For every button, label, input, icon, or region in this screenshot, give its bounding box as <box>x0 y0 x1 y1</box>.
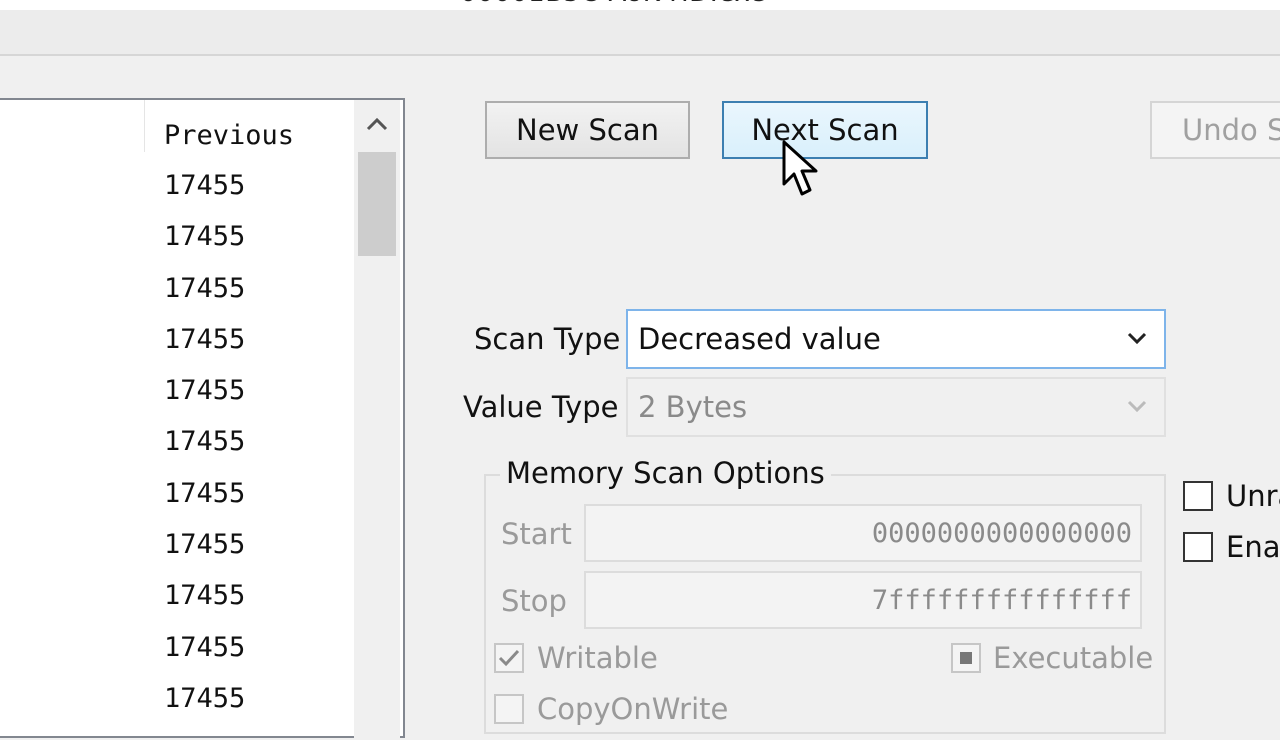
scan-type-select[interactable]: Decreased value <box>626 309 1166 369</box>
enable-speedhack-label: Enal <box>1226 530 1280 564</box>
new-scan-button[interactable]: New Scan <box>485 101 690 159</box>
value-type-value: 2 Bytes <box>638 390 748 424</box>
unrandomizer-label: Unra <box>1226 479 1280 513</box>
table-row[interactable]: 17455 <box>0 614 354 665</box>
column-divider[interactable] <box>144 100 145 152</box>
table-row[interactable]: 17455 <box>0 460 354 511</box>
table-row[interactable]: 17455 <box>0 203 354 254</box>
executable-label: Executable <box>993 641 1154 675</box>
scan-type-value: Decreased value <box>638 322 881 356</box>
column-header-previous[interactable]: Previous <box>164 120 294 151</box>
chevron-down-icon <box>1127 332 1147 345</box>
menu-strip <box>0 10 1280 56</box>
writable-label: Writable <box>537 641 658 675</box>
previous-value: 17455 <box>164 477 246 509</box>
executable-checkbox[interactable] <box>951 643 981 673</box>
window-title-bar: 00001B5C-AoK HD.exe <box>0 0 1280 10</box>
stop-label: Stop <box>501 584 567 618</box>
previous-value: 17455 <box>164 221 246 253</box>
previous-value: 17455 <box>164 272 246 304</box>
writable-checkbox[interactable] <box>494 643 524 673</box>
previous-value: 17455 <box>164 631 246 663</box>
window-title: 00001B5C-AoK HD.exe <box>460 0 766 8</box>
previous-value: 17455 <box>164 682 246 714</box>
table-row[interactable]: 17455 <box>0 306 354 357</box>
unrandomizer-checkbox[interactable] <box>1183 481 1213 511</box>
results-rows: 17455 17455 17455 17455 17455 17455 17455 17455… <box>0 152 354 716</box>
undo-scan-button[interactable]: Undo S <box>1150 101 1280 159</box>
table-row[interactable]: 17455 <box>0 665 354 716</box>
scrollbar-thumb[interactable] <box>358 152 396 256</box>
start-label: Start <box>501 517 572 551</box>
value-type-label: Value Type <box>463 390 619 424</box>
mouse-pointer-icon <box>782 140 818 196</box>
copyonwrite-label: CopyOnWrite <box>537 692 729 726</box>
chevron-up-icon[interactable] <box>354 100 400 148</box>
table-row[interactable]: 17455 <box>0 562 354 613</box>
memory-scan-options-title: Memory Scan Options <box>500 456 831 490</box>
check-icon <box>498 649 520 667</box>
scan-type-label: Scan Type <box>474 322 621 356</box>
previous-value: 17455 <box>164 170 246 201</box>
next-scan-button[interactable]: Next Scan <box>722 101 928 159</box>
table-row[interactable]: 17455 <box>0 511 354 562</box>
table-row[interactable]: 17455 <box>0 152 354 203</box>
previous-value: 17455 <box>164 426 246 458</box>
table-row[interactable]: 17455 <box>0 408 354 459</box>
table-row[interactable]: 17455 <box>0 255 354 306</box>
previous-value: 17455 <box>164 323 246 355</box>
previous-value: 17455 <box>164 529 246 561</box>
enable-speedhack-checkbox[interactable] <box>1183 532 1213 562</box>
start-address-field[interactable]: 0000000000000000 <box>584 504 1142 562</box>
stop-address-field[interactable]: 7fffffffffffffff <box>584 571 1142 629</box>
previous-value: 17455 <box>164 580 246 612</box>
results-list[interactable]: Previous 17455 17455 17455 17455 17455 17455 1… <box>0 98 405 740</box>
table-row[interactable]: 17455 <box>0 357 354 408</box>
chevron-down-icon <box>1127 400 1147 413</box>
previous-value: 17455 <box>164 375 246 407</box>
value-type-select[interactable]: 2 Bytes <box>626 377 1166 437</box>
indeterminate-mark <box>960 652 972 664</box>
vertical-scrollbar[interactable] <box>354 100 400 740</box>
results-header: Previous <box>0 100 354 152</box>
